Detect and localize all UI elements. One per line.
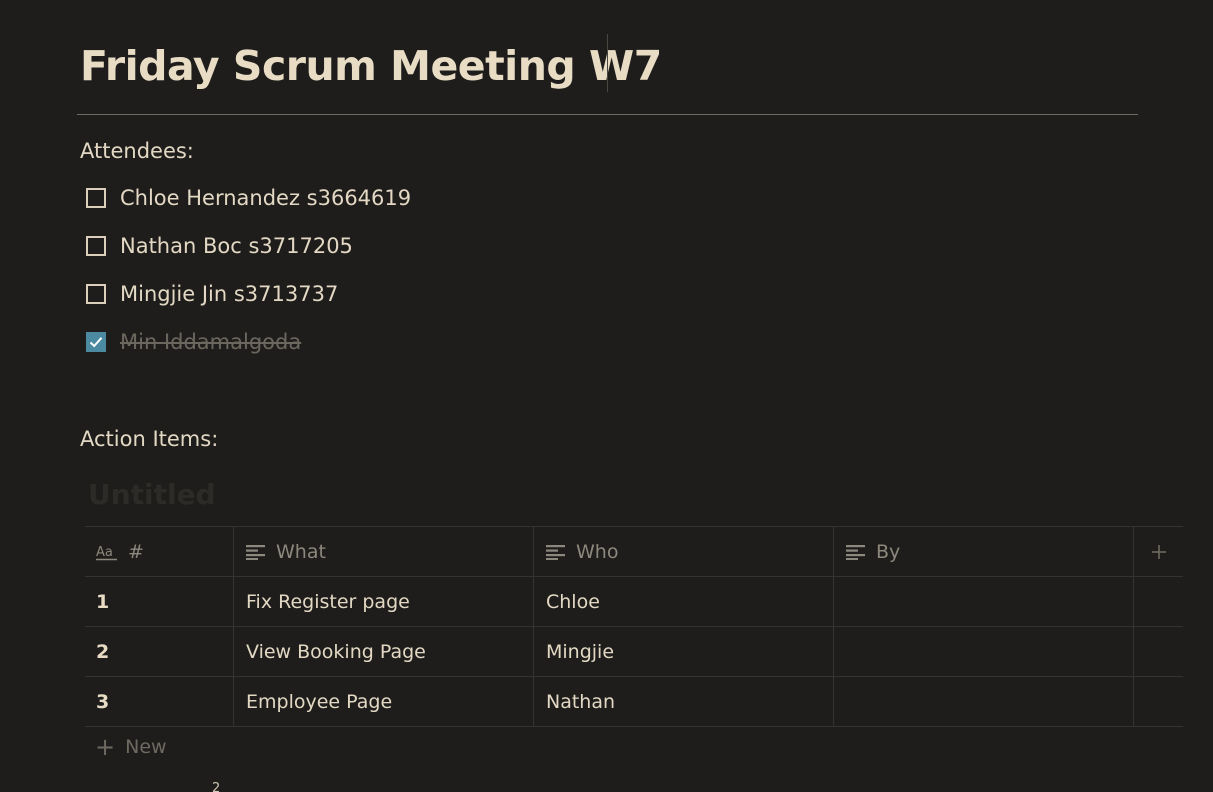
title-divider (77, 114, 1138, 115)
row-number: 3 (96, 690, 110, 713)
action-items-label[interactable]: Action Items: (80, 425, 218, 453)
table-row[interactable]: 2 View Booking Page Mingjie (85, 627, 1183, 677)
cell-number[interactable]: 1 (85, 577, 234, 626)
row-number: 1 (96, 590, 110, 613)
cell-empty (1134, 677, 1183, 726)
row-number: 2 (96, 640, 110, 663)
column-header-by[interactable]: By (834, 527, 1134, 576)
text-caret (607, 34, 608, 92)
cell-who[interactable]: Nathan (534, 677, 834, 726)
checkbox-checked[interactable] (86, 332, 106, 352)
cell-empty (1134, 577, 1183, 626)
action-items-table: Aa # What Who By 1 Fix Register page Chl… (85, 526, 1183, 727)
checkbox[interactable] (86, 284, 106, 304)
svg-text:Aa: Aa (96, 545, 113, 560)
cell-what[interactable]: Employee Page (234, 677, 534, 726)
cell-who[interactable]: Mingjie (534, 627, 834, 676)
column-header-what[interactable]: What (234, 527, 534, 576)
checkmark-icon (89, 337, 103, 348)
column-header-label: What (276, 540, 326, 563)
todo-item[interactable]: Min Iddamalgoda (86, 327, 301, 357)
checkbox[interactable] (86, 188, 106, 208)
title-property-icon: Aa (96, 543, 118, 561)
todo-item[interactable]: Mingjie Jin s3713737 (86, 279, 338, 309)
add-property-button[interactable] (1134, 527, 1183, 576)
cell-number[interactable]: 3 (85, 677, 234, 726)
cell-empty (1134, 627, 1183, 676)
checkbox[interactable] (86, 236, 106, 256)
new-row-button[interactable]: + New (95, 735, 167, 759)
cell-what[interactable]: View Booking Page (234, 627, 534, 676)
attendees-label[interactable]: Attendees: (80, 137, 194, 165)
partial-text: 2 (212, 781, 221, 792)
database-title[interactable]: Untitled (88, 478, 216, 511)
new-row-label: New (125, 736, 167, 758)
column-header-label: By (876, 540, 901, 563)
cell-by[interactable] (834, 627, 1134, 676)
todo-text[interactable]: Nathan Boc s3717205 (120, 234, 353, 258)
cell-number[interactable]: 2 (85, 627, 234, 676)
plus-icon: + (95, 733, 116, 761)
table-header-row: Aa # What Who By (85, 527, 1183, 577)
cell-by[interactable] (834, 677, 1134, 726)
column-header-label: Who (576, 540, 619, 563)
text-property-icon (546, 544, 566, 560)
todo-text[interactable]: Mingjie Jin s3713737 (120, 282, 338, 306)
todo-text-done[interactable]: Min Iddamalgoda (120, 330, 301, 354)
column-header-label: # (128, 540, 144, 563)
table-row[interactable]: 3 Employee Page Nathan (85, 677, 1183, 727)
todo-item[interactable]: Chloe Hernandez s3664619 (86, 183, 411, 213)
column-header-number[interactable]: Aa # (85, 527, 234, 576)
todo-text[interactable]: Chloe Hernandez s3664619 (120, 186, 411, 210)
table-row[interactable]: 1 Fix Register page Chloe (85, 577, 1183, 627)
page-title[interactable]: Friday Scrum Meeting W7 (80, 38, 662, 94)
plus-icon (1151, 544, 1166, 559)
cell-who[interactable]: Chloe (534, 577, 834, 626)
text-property-icon (246, 544, 266, 560)
cell-by[interactable] (834, 577, 1134, 626)
cell-what[interactable]: Fix Register page (234, 577, 534, 626)
notion-page: Friday Scrum Meeting W7 Attendees: Chloe… (0, 0, 1213, 792)
todo-item[interactable]: Nathan Boc s3717205 (86, 231, 353, 261)
column-header-who[interactable]: Who (534, 527, 834, 576)
text-property-icon (846, 544, 866, 560)
